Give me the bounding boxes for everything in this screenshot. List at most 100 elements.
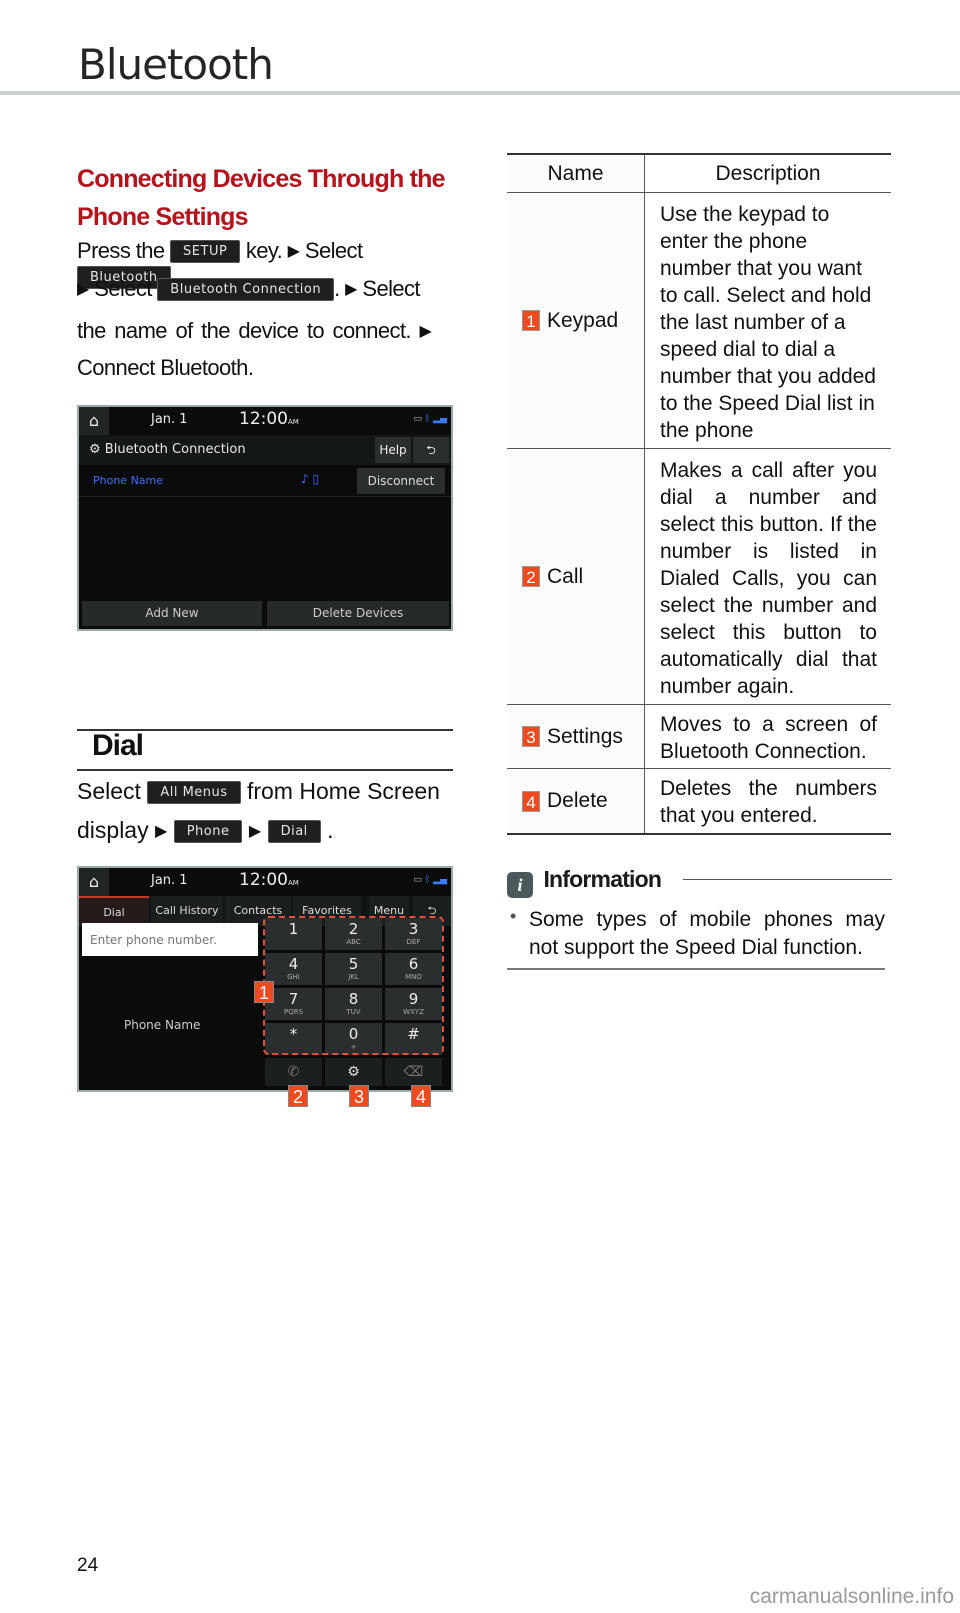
setup-key-chip: SETUP	[170, 240, 241, 263]
table-row: 1 Keypad Use the keypad to enter the phon…	[507, 193, 891, 449]
phone-chip: Phone	[173, 820, 243, 843]
info-text: Some types of mobile phones may not supp…	[529, 908, 885, 959]
text: the name of the device to connect.	[77, 318, 412, 343]
description-table: Name Description 1 Keypad Use the keypad …	[507, 153, 891, 835]
status-icons: ▭ ᛒ ▂▄	[413, 875, 447, 885]
keypad-highlight	[263, 916, 444, 1055]
tab-call-history[interactable]: Call History	[151, 896, 223, 926]
bluetooth-connection-chip: Bluetooth Connection	[157, 278, 335, 301]
arrow-icon: ▶	[345, 281, 357, 298]
text: from Home Screen	[246, 778, 440, 804]
bluetooth-icon: ᛒ	[424, 875, 431, 885]
status-bar: ⌂ Jan. 1 12:00AM ▭ ᛒ ▂▄	[79, 868, 451, 896]
section-heading-dial: Dial	[92, 729, 144, 762]
status-icons: ▭ ᛒ ▂▄	[413, 414, 447, 424]
callout-badge: 1	[522, 310, 540, 331]
table-row: 4 Delete Deletes the numbers that you ent…	[507, 769, 891, 833]
battery-icon: ▭	[413, 875, 422, 885]
call-button[interactable]: ✆	[265, 1058, 322, 1086]
device-audio-phone-icons: ♪ ▯	[301, 472, 320, 486]
delete-button[interactable]: ⌫	[385, 1058, 442, 1086]
device-name[interactable]: Phone Name	[93, 474, 163, 487]
row-description: Use the keypad to enter the phone number…	[660, 203, 876, 442]
callout-badge: 3	[522, 726, 540, 747]
header-name: Name	[507, 155, 645, 192]
callout-4: 4	[411, 1085, 431, 1107]
delete-devices-button[interactable]: Delete Devices	[267, 601, 449, 626]
text: Select	[77, 778, 141, 804]
info-bottom-rule	[507, 968, 885, 970]
dial-instruction-line-1: Select All Menus from Home Screen	[77, 778, 455, 805]
settings-button[interactable]: ⚙	[325, 1058, 382, 1086]
all-menus-chip: All Menus	[147, 781, 241, 804]
watermark: carmanualsonline.info	[749, 1585, 954, 1608]
instruction-line-2: ▶ Select Bluetooth Connection. ▶ Select	[77, 276, 421, 301]
text: Select	[362, 276, 420, 301]
dial-instruction-line-2: display ▶ Phone ▶ Dial .	[77, 817, 455, 844]
arrow-icon: ▶	[155, 823, 168, 840]
callout-1: 1	[254, 981, 274, 1003]
status-date: Jan. 1	[151, 873, 188, 888]
backspace-icon: ⌫	[403, 1064, 424, 1080]
info-icon: i	[507, 872, 533, 898]
bluetooth-icon: ᛒ	[424, 414, 431, 424]
info-title: Information	[543, 866, 662, 892]
dial-rule-bottom	[77, 769, 453, 771]
text: .	[327, 817, 334, 843]
status-bar: ⌂ Jan. 1 12:00AM ▭ ᛒ ▂▄	[79, 407, 451, 435]
gear-icon: ⚙	[89, 442, 101, 457]
header-description: Description	[715, 162, 821, 185]
row-description: Makes a call after you dial a number and…	[660, 459, 877, 698]
row-name: 1 Keypad	[507, 193, 645, 448]
table-row: 2 Call Makes a call after you dial a numb…	[507, 449, 891, 705]
home-icon[interactable]: ⌂	[79, 407, 109, 435]
callout-3: 3	[349, 1085, 369, 1107]
text: display	[77, 817, 149, 843]
page-title: Bluetooth	[78, 40, 274, 89]
callout-badge: 2	[522, 566, 540, 587]
phone-icon: ✆	[287, 1064, 300, 1080]
arrow-icon: ▶	[419, 323, 432, 340]
row-name: 3 Settings	[507, 705, 645, 768]
info-divider	[683, 879, 892, 880]
table-row: 3 Settings Moves to a screen of Bluetooth…	[507, 705, 891, 769]
arrow-icon: ▶	[287, 243, 300, 260]
information-box: i Information • Some types of mobile pho…	[507, 866, 892, 970]
back-button[interactable]: ⮌	[413, 437, 449, 463]
text: Select	[304, 238, 363, 263]
callout-2: 2	[288, 1085, 308, 1107]
arrow-icon: ▶	[77, 281, 89, 298]
dial-chip: Dial	[267, 820, 321, 843]
text: key.	[245, 238, 283, 263]
bullet-icon: •	[510, 906, 517, 926]
row-description: Deletes the numbers that you entered.	[660, 777, 877, 827]
signal-icon: ▂▄	[433, 875, 447, 885]
add-new-button[interactable]: Add New	[82, 601, 262, 626]
page-number: 24	[77, 1555, 99, 1576]
screen-title: ⚙ Bluetooth Connection	[89, 442, 246, 457]
disconnect-button[interactable]: Disconnect	[357, 468, 445, 494]
status-time: 12:00AM	[239, 409, 299, 429]
row-name: 4 Delete	[507, 769, 645, 833]
bluetooth-connection-screenshot: ⌂ Jan. 1 12:00AM ▭ ᛒ ▂▄ ⚙ Bluetooth Conn…	[77, 405, 453, 631]
table-header-row: Name Description	[507, 155, 891, 193]
gear-icon: ⚙	[347, 1064, 360, 1080]
row-description: Moves to a screen of Bluetooth Connectio…	[660, 713, 877, 763]
instruction-line-3: the name of the device to connect. ▶	[77, 318, 455, 344]
arrow-icon: ▶	[248, 823, 262, 840]
help-button[interactable]: Help	[375, 437, 411, 463]
phone-number-input[interactable]	[82, 923, 258, 956]
status-time: 12:00AM	[239, 870, 299, 890]
row-name: 2 Call	[507, 449, 645, 704]
text: Press the	[77, 238, 165, 263]
callout-badge: 4	[522, 790, 540, 812]
device-row[interactable]: Phone Name ♪ ▯ Disconnect	[79, 465, 451, 497]
tab-dial[interactable]: Dial	[79, 896, 149, 926]
section-heading-connecting: Connecting Devices Through the Phone Set…	[77, 165, 446, 231]
title-bar: ⚙ Bluetooth Connection Help ⮌	[79, 435, 451, 465]
home-icon[interactable]: ⌂	[79, 868, 109, 896]
instruction-line-4: Connect Bluetooth.	[77, 355, 254, 380]
signal-icon: ▂▄	[433, 414, 447, 424]
phone-name: Phone Name	[124, 1018, 201, 1032]
title-rule	[0, 91, 960, 95]
